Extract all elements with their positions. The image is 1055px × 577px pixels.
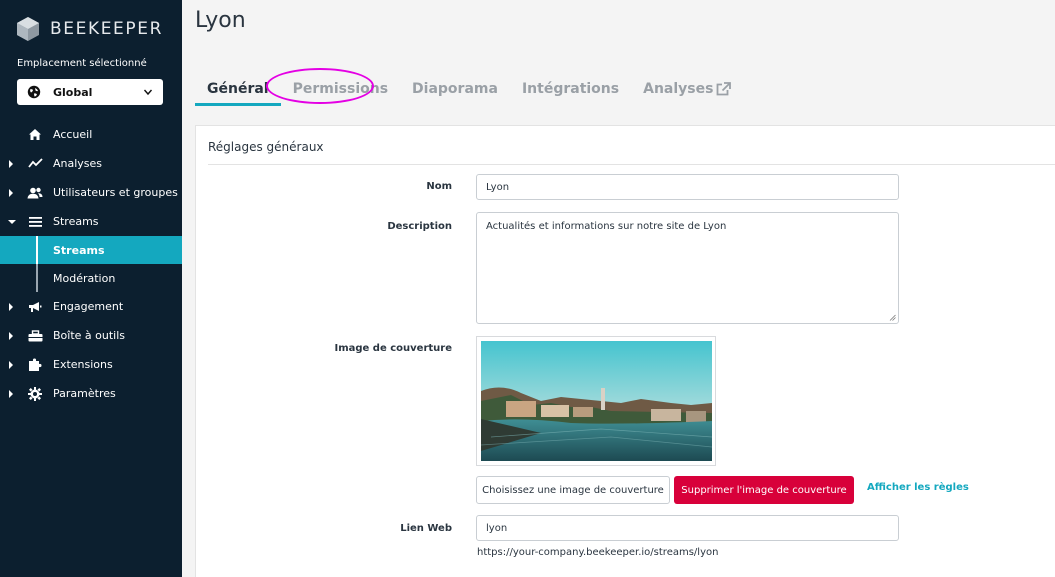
brand-logo[interactable]: BEEKEEPER	[16, 15, 163, 43]
sidebar-item-label: Accueil	[53, 128, 93, 141]
description-textarea[interactable]: Actualités et informations sur notre sit…	[476, 212, 899, 324]
sidebar-item-extensions[interactable]: Extensions	[0, 350, 182, 379]
web-link-label: Lien Web	[400, 523, 452, 534]
name-input[interactable]: Lyon	[476, 174, 899, 200]
name-input-value: Lyon	[486, 181, 510, 193]
menu-lines-icon	[27, 215, 43, 229]
sidebar-item-engagement[interactable]: Engagement	[0, 292, 182, 321]
section-divider	[208, 164, 1055, 165]
home-icon	[27, 128, 43, 142]
sidebar-subitem-streams[interactable]: Streams	[0, 236, 182, 264]
toolbox-icon	[27, 329, 43, 343]
sidebar: BEEKEEPER Emplacement sélectionné Global…	[0, 0, 182, 577]
general-settings-panel: Réglages généraux Nom Lyon Description A…	[195, 125, 1055, 577]
tree-line	[36, 264, 38, 292]
caret-right-icon	[9, 189, 13, 197]
sidebar-item-label: Paramètres	[53, 387, 116, 400]
caret-right-icon	[9, 303, 13, 311]
description-value: Actualités et informations sur notre sit…	[486, 221, 727, 232]
tab-integrations[interactable]: Intégrations	[510, 72, 631, 106]
sidebar-item-label: Analyses	[53, 157, 103, 170]
web-link-value: lyon	[486, 522, 508, 534]
tab-diaporama[interactable]: Diaporama	[400, 72, 510, 106]
description-label: Description	[387, 221, 452, 232]
web-link-url-hint: https://your-company.beekeeper.io/stream…	[477, 547, 719, 558]
sidebar-item-toolbox[interactable]: Boîte à outils	[0, 321, 182, 350]
sidebar-item-analyses[interactable]: Analyses	[0, 149, 182, 178]
megaphone-icon	[27, 300, 43, 314]
sidebar-item-accueil[interactable]: Accueil	[0, 120, 182, 149]
gear-icon	[27, 386, 43, 401]
sidebar-item-streams[interactable]: Streams	[0, 207, 182, 236]
globe-icon	[27, 85, 41, 99]
tab-label: Analyses	[643, 81, 714, 97]
chevron-down-icon	[143, 89, 153, 96]
location-value: Global	[53, 85, 93, 99]
location-select[interactable]: Global	[17, 79, 163, 105]
sidebar-item-label: Utilisateurs et groupes	[53, 186, 178, 199]
caret-right-icon	[9, 160, 13, 168]
caret-right-icon	[9, 332, 13, 340]
beekeeper-hexagon-icon	[17, 17, 39, 41]
tab-label: Général	[207, 81, 269, 97]
page-title: Lyon	[195, 8, 246, 33]
show-rules-link[interactable]: Afficher les règles	[867, 482, 969, 493]
sidebar-item-label: Streams	[53, 215, 99, 228]
users-icon	[27, 186, 43, 200]
sidebar-item-label: Modération	[53, 271, 116, 285]
sidebar-nav: Accueil Analyses Utilisateurs et groupes…	[0, 120, 182, 408]
resize-handle-icon[interactable]	[889, 314, 896, 321]
sidebar-item-users-groups[interactable]: Utilisateurs et groupes	[0, 178, 182, 207]
puzzle-icon	[27, 358, 43, 372]
web-link-input[interactable]: lyon	[476, 515, 899, 541]
tab-label: Intégrations	[521, 81, 620, 97]
tab-label: Diaporama	[412, 81, 498, 97]
choose-cover-image-button[interactable]: Choisissez une image de couverture	[476, 476, 670, 504]
external-link-icon	[717, 82, 732, 96]
tree-line	[36, 236, 38, 264]
name-label: Nom	[426, 181, 452, 192]
sidebar-item-label: Streams	[53, 243, 105, 257]
sidebar-item-label: Boîte à outils	[53, 329, 126, 342]
brand-name: BEEKEEPER	[50, 19, 163, 39]
cover-image-preview	[476, 336, 716, 466]
tab-analyses[interactable]: Analyses	[631, 72, 743, 106]
sidebar-item-label: Engagement	[53, 300, 124, 313]
caret-right-icon	[9, 390, 13, 398]
delete-cover-image-button[interactable]: Supprimer l'image de couverture	[674, 476, 854, 504]
highlight-annotation-oval	[266, 68, 374, 104]
line-chart-icon	[27, 157, 43, 171]
sidebar-item-settings[interactable]: Paramètres	[0, 379, 182, 408]
sidebar-subitem-moderation[interactable]: Modération	[0, 264, 182, 292]
caret-right-icon	[9, 361, 13, 369]
cover-photo-lyon	[481, 341, 712, 461]
cover-image-label: Image de couverture	[334, 343, 453, 354]
section-title: Réglages généraux	[208, 140, 324, 154]
location-label: Emplacement sélectionné	[17, 58, 147, 69]
sidebar-item-label: Extensions	[53, 358, 113, 371]
caret-down-icon	[8, 220, 16, 224]
